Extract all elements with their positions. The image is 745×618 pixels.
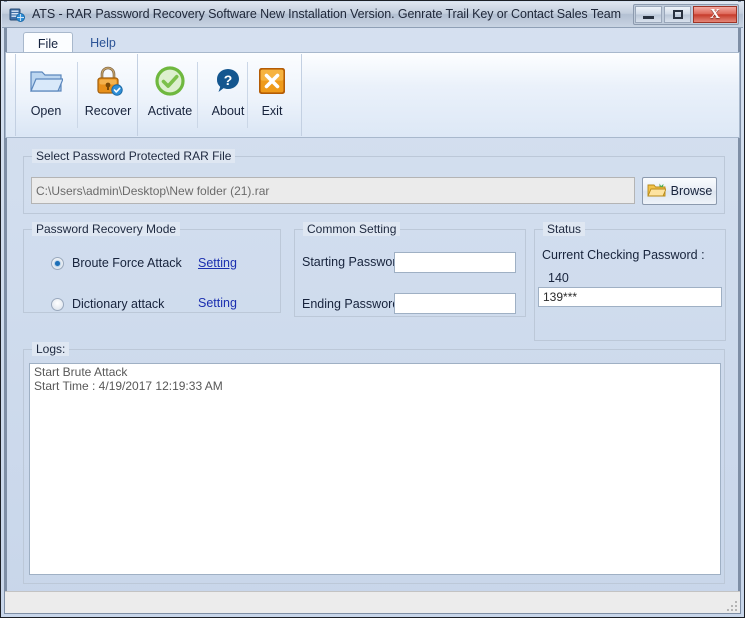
starting-password-input[interactable] [394, 252, 516, 273]
radio-brute-force-attack[interactable]: Broute Force Attack [51, 256, 182, 270]
close-button[interactable]: X [693, 6, 737, 23]
radio-dictionary-indicator [51, 297, 64, 311]
ribbon-panel: Open Recover Activate ? About Exit [5, 52, 740, 138]
recovery-mode-caption: Password Recovery Mode [32, 222, 181, 236]
logs-textarea[interactable]: Start Brute Attack Start Time : 4/19/201… [29, 363, 721, 575]
open-button[interactable]: Open [16, 56, 76, 128]
ending-password-input[interactable] [394, 293, 516, 314]
minimize-icon [643, 16, 654, 19]
question-mark-icon: ? [211, 64, 245, 98]
window-title: ATS - RAR Password Recovery Software New… [32, 7, 621, 21]
recover-button[interactable]: Recover [78, 56, 138, 128]
status-group: Status [534, 222, 726, 341]
current-checking-password-label: Current Checking Password : [542, 248, 705, 262]
resize-grip[interactable] [723, 597, 737, 611]
ending-password-label: Ending Password : [302, 297, 407, 311]
yellow-folder-icon [646, 182, 667, 201]
minimize-button[interactable] [635, 6, 662, 23]
exit-button-label: Exit [261, 104, 283, 118]
maximize-button[interactable] [664, 6, 691, 23]
exit-button[interactable]: Exit [246, 56, 298, 128]
green-check-icon [153, 64, 187, 98]
open-folder-icon [29, 64, 63, 98]
title-bar[interactable]: ATS - RAR Password Recovery Software New… [2, 2, 743, 28]
ribbon-group-file: Open Recover [15, 54, 138, 136]
setting-link-brute-force[interactable]: Setting [198, 256, 237, 270]
current-checking-password-input[interactable] [538, 287, 722, 307]
file-select-caption: Select Password Protected RAR File [32, 149, 236, 163]
svg-text:?: ? [224, 72, 233, 88]
radio-dictionary-attack[interactable]: Dictionary attack [51, 297, 164, 311]
orange-x-icon [255, 64, 289, 98]
window-controls: X [633, 4, 739, 25]
radio-dictionary-label: Dictionary attack [72, 297, 165, 311]
setting-link-dictionary[interactable]: Setting [198, 296, 237, 310]
ribbon-group-actions: Activate ? About Exit [138, 54, 302, 136]
activate-button[interactable]: Activate [140, 56, 200, 128]
browse-button[interactable]: Browse [642, 177, 717, 205]
tab-help[interactable]: Help [77, 32, 129, 54]
status-bar [5, 591, 740, 613]
logs-caption: Logs: [32, 342, 70, 356]
file-path-input[interactable] [31, 177, 635, 204]
radio-brute-force-indicator [51, 256, 64, 270]
lock-icon [91, 64, 125, 98]
about-button-label: About [211, 104, 245, 118]
open-button-label: Open [30, 104, 62, 118]
status-caption: Status [543, 222, 586, 236]
password-counter: 140 [548, 271, 569, 285]
activate-button-label: Activate [147, 104, 193, 118]
tab-file-label: File [37, 37, 59, 51]
tab-strip: File Help [5, 29, 740, 55]
recover-button-label: Recover [84, 104, 132, 118]
radio-brute-force-label: Broute Force Attack [72, 256, 182, 270]
logs-text: Start Brute Attack Start Time : 4/19/201… [34, 365, 223, 393]
close-icon: X [709, 6, 721, 22]
app-icon [9, 7, 25, 23]
browse-button-label: Browse [670, 184, 713, 198]
application-window: ATS - RAR Password Recovery Software New… [0, 0, 745, 618]
common-setting-caption: Common Setting [303, 222, 401, 236]
maximize-icon [672, 10, 683, 19]
tab-help-label: Help [90, 36, 116, 50]
